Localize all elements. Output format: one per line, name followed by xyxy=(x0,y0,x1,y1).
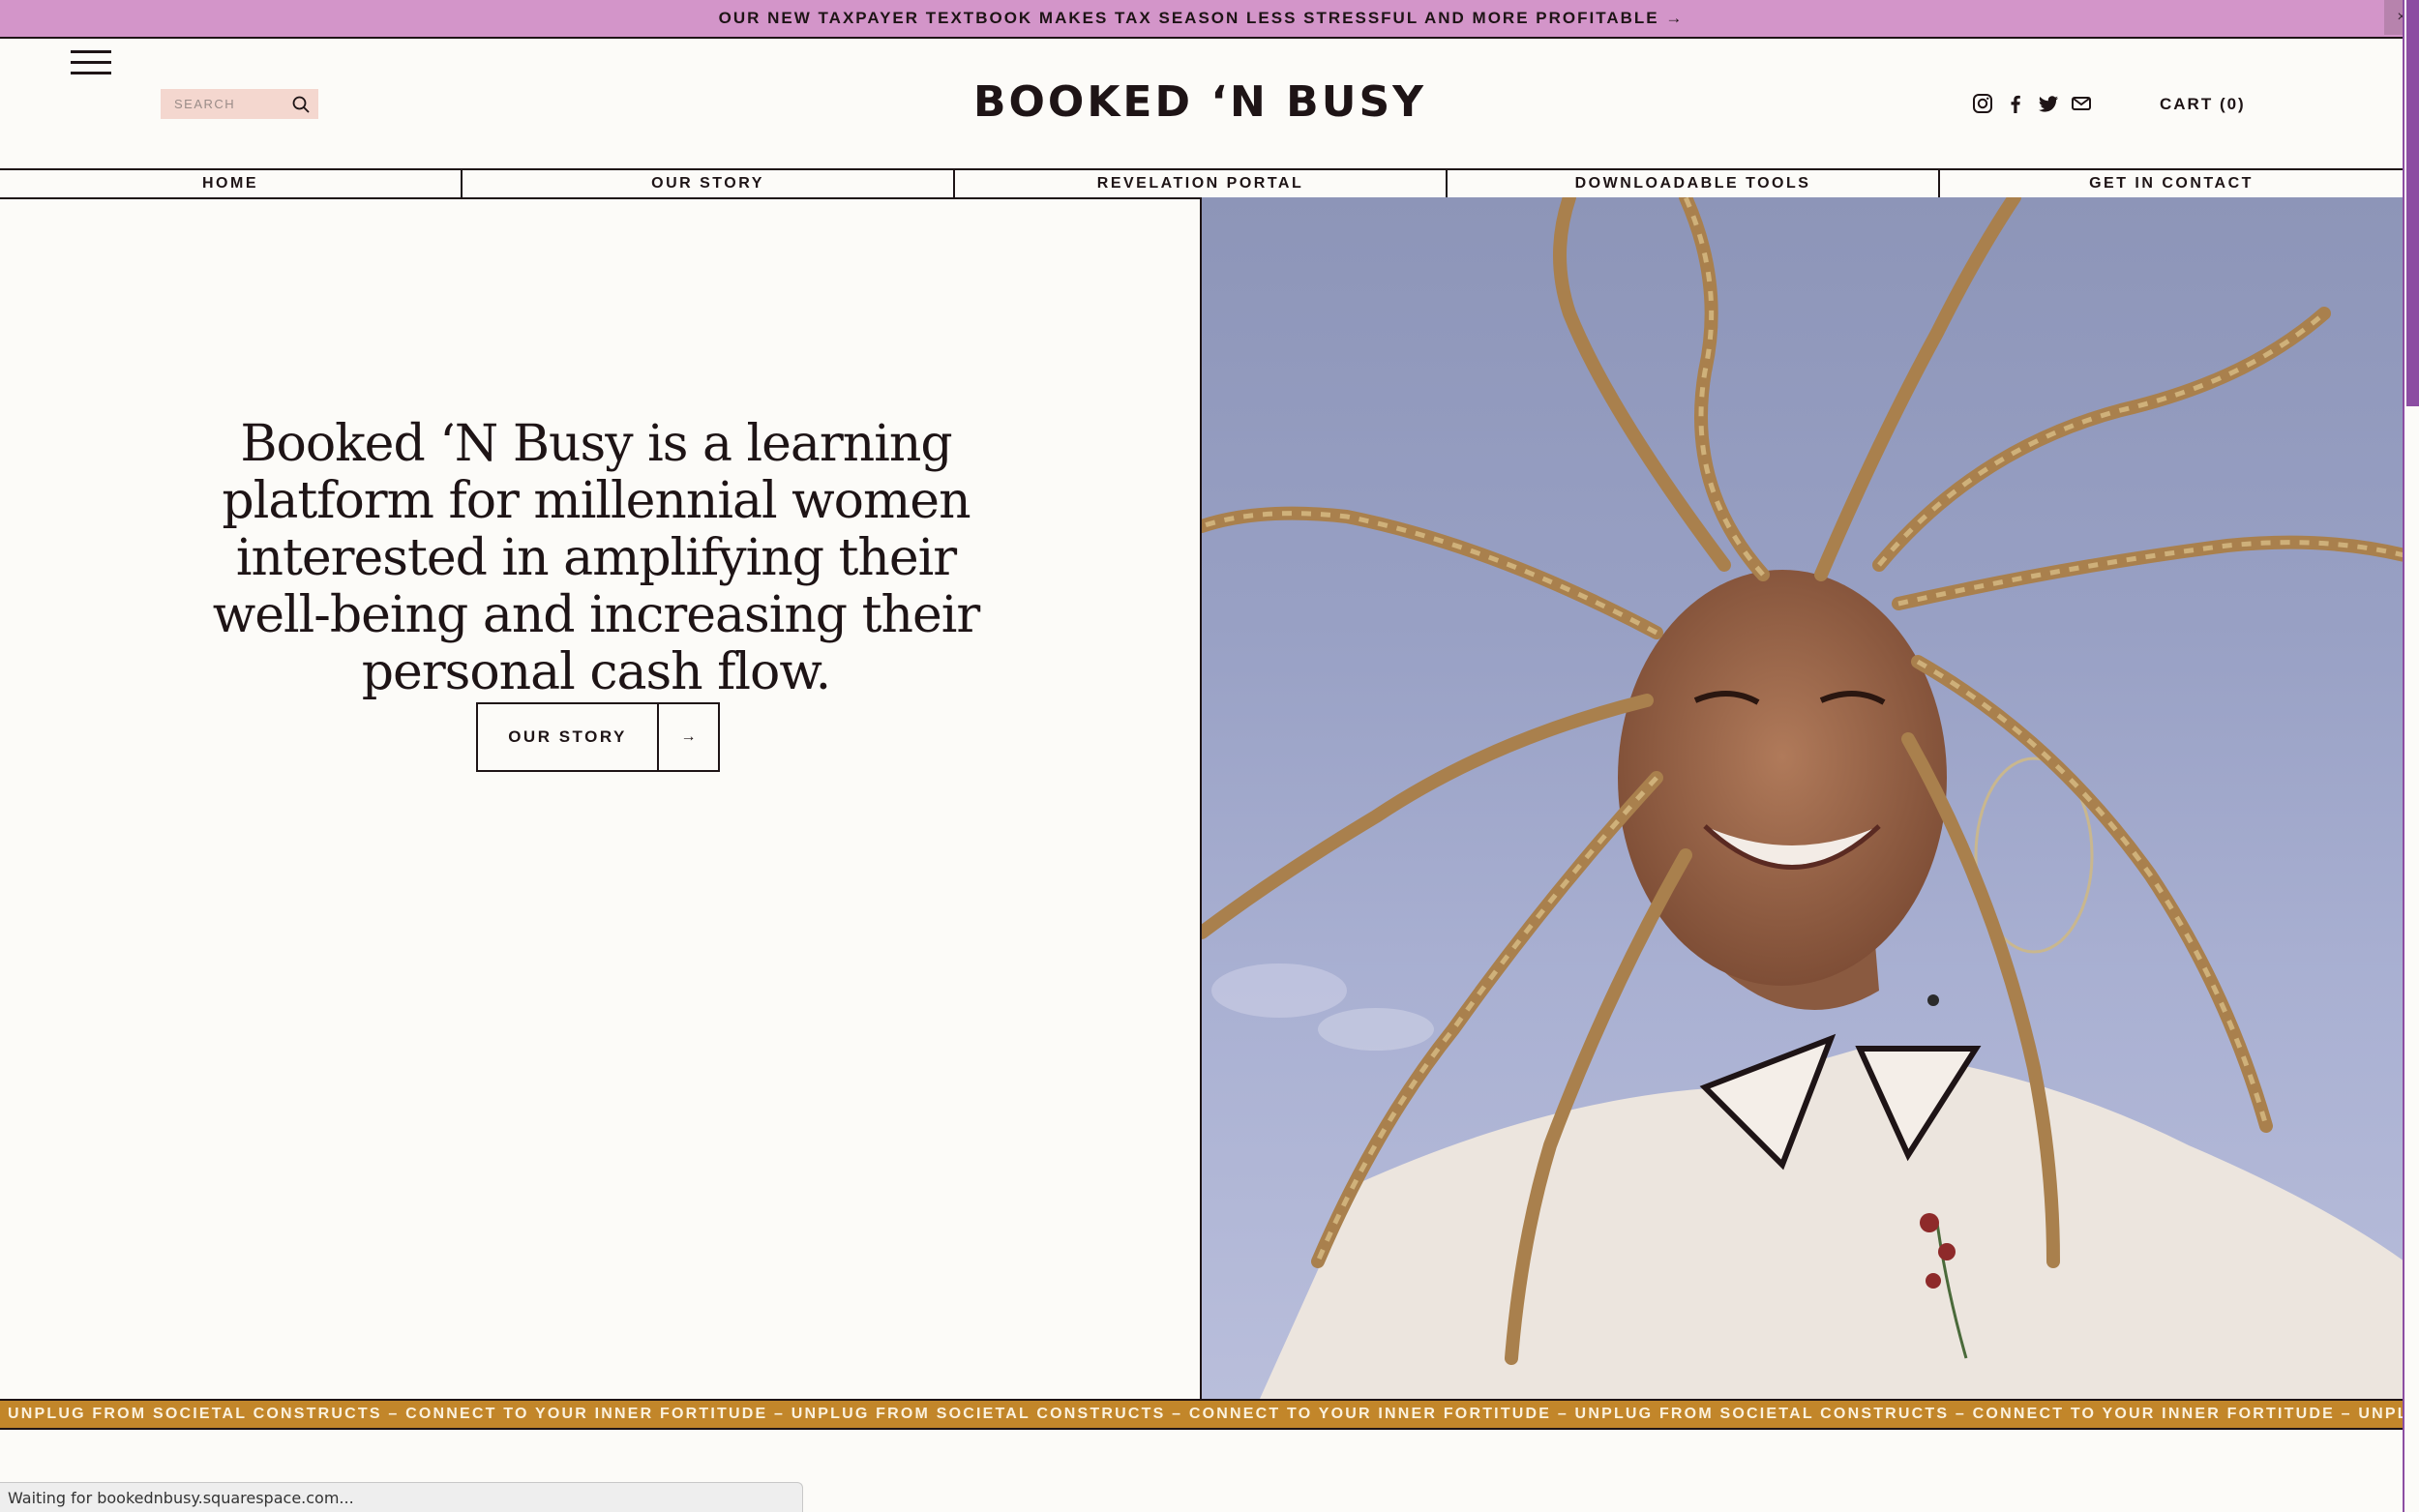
nav-item-home[interactable]: HOME xyxy=(0,170,463,197)
browser-status-bar: Waiting for bookednbusy.squarespace.com.… xyxy=(0,1482,803,1512)
social-links xyxy=(1972,93,2092,114)
marquee-ticker: UNPLUG FROM SOCIETAL CONSTRUCTS – CONNEC… xyxy=(0,1399,2403,1430)
hero-photo xyxy=(1200,197,2404,1399)
cart-link[interactable]: CART (0) xyxy=(2160,95,2246,114)
search-icon[interactable] xyxy=(291,95,311,114)
our-story-button[interactable]: OUR STORY → xyxy=(476,702,720,772)
search-box[interactable] xyxy=(161,89,318,119)
hamburger-menu-icon[interactable] xyxy=(71,50,111,75)
hero-headline: Booked ‘N Busy is a learning platform fo… xyxy=(212,415,981,701)
nav-item-revelation-portal[interactable]: REVELATION PORTAL xyxy=(955,170,1448,197)
announcement-bar[interactable]: OUR NEW TAXPAYER TEXTBOOK MAKES TAX SEAS… xyxy=(0,0,2403,39)
search-input[interactable] xyxy=(172,96,292,112)
facebook-icon[interactable] xyxy=(2005,93,2026,114)
page-scrollbar[interactable] xyxy=(2403,0,2419,1512)
instagram-icon[interactable] xyxy=(1972,93,1993,114)
mail-icon[interactable] xyxy=(2071,93,2092,114)
main-nav: HOME OUR STORY REVELATION PORTAL DOWNLOA… xyxy=(0,168,2403,199)
arrow-right-icon[interactable]: → xyxy=(659,704,718,770)
ticker-text: UNPLUG FROM SOCIETAL CONSTRUCTS – CONNEC… xyxy=(8,1406,2403,1422)
hero-photo-illustration xyxy=(1202,197,2404,1399)
scrollbar-thumb[interactable] xyxy=(2406,0,2419,406)
nav-item-get-in-contact[interactable]: GET IN CONTACT xyxy=(1940,170,2403,197)
announcement-text[interactable]: OUR NEW TAXPAYER TEXTBOOK MAKES TAX SEAS… xyxy=(719,9,1685,28)
nav-item-downloadable-tools[interactable]: DOWNLOADABLE TOOLS xyxy=(1448,170,1940,197)
site-logo[interactable]: BOOKED ‘N BUSY xyxy=(871,77,1529,127)
our-story-button-label[interactable]: OUR STORY xyxy=(478,704,659,770)
twitter-icon[interactable] xyxy=(2038,93,2059,114)
nav-item-our-story[interactable]: OUR STORY xyxy=(463,170,955,197)
